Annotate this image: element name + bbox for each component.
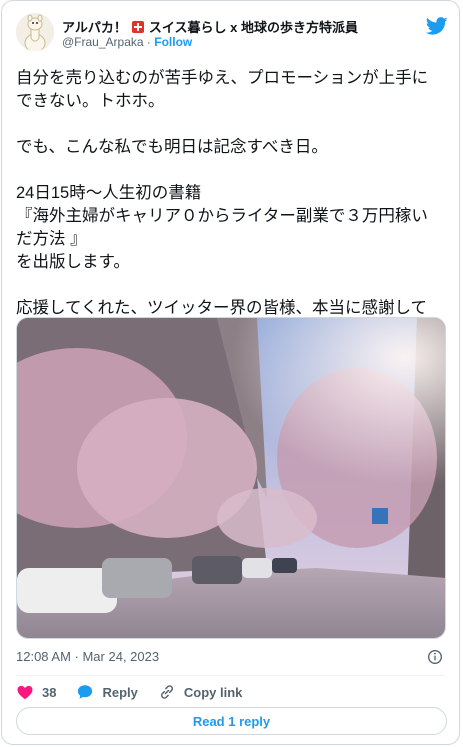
- alpaca-avatar-icon[interactable]: [16, 13, 54, 51]
- copy-link-label: Copy link: [183, 684, 243, 700]
- reply-bubble-icon: [78, 685, 93, 699]
- author-name[interactable]: アルパカ！ スイス暮らし x 地球の歩き方特派員: [62, 17, 358, 36]
- follow-button[interactable]: Follow: [154, 35, 192, 49]
- author-name-part1: アルパカ！: [62, 20, 127, 35]
- copy-link-button[interactable]: Copy link: [158, 683, 243, 701]
- reply-button[interactable]: Reply: [76, 683, 138, 701]
- author-name-part2: スイス暮らし x 地球の歩き方特派員: [148, 20, 358, 35]
- twitter-bird-icon[interactable]: [426, 15, 448, 37]
- tweet-timestamp[interactable]: 12:08 AM · Mar 24, 2023: [16, 649, 159, 664]
- separator: ·: [146, 35, 151, 49]
- tweet-photo[interactable]: [16, 317, 446, 639]
- like-button[interactable]: 38: [16, 683, 56, 701]
- reply-label: Reply: [102, 684, 138, 700]
- like-count: 38: [42, 684, 57, 700]
- divider: [16, 675, 445, 676]
- tweet-header: アルパカ！ スイス暮らし x 地球の歩き方特派員 @Frau_Arpaka · …: [16, 13, 448, 55]
- read-replies-button[interactable]: Read 1 reply: [16, 707, 447, 735]
- swiss-flag-icon: [131, 20, 144, 33]
- tweet-actions: 38 Reply Copy link: [16, 683, 262, 701]
- link-icon: [160, 685, 173, 699]
- heart-icon: [17, 685, 33, 700]
- info-icon[interactable]: [427, 649, 443, 665]
- tweet-card: アルパカ！ スイス暮らし x 地球の歩き方特派員 @Frau_Arpaka · …: [1, 0, 460, 745]
- author-handle[interactable]: @Frau_Arpaka: [62, 35, 144, 49]
- tweet-text: 自分を売り込むのが苦手ゆえ、プロモーションが上手に できない。トホホ。 でも、こ…: [16, 69, 429, 340]
- author-handle-line: @Frau_Arpaka · Follow: [62, 35, 192, 49]
